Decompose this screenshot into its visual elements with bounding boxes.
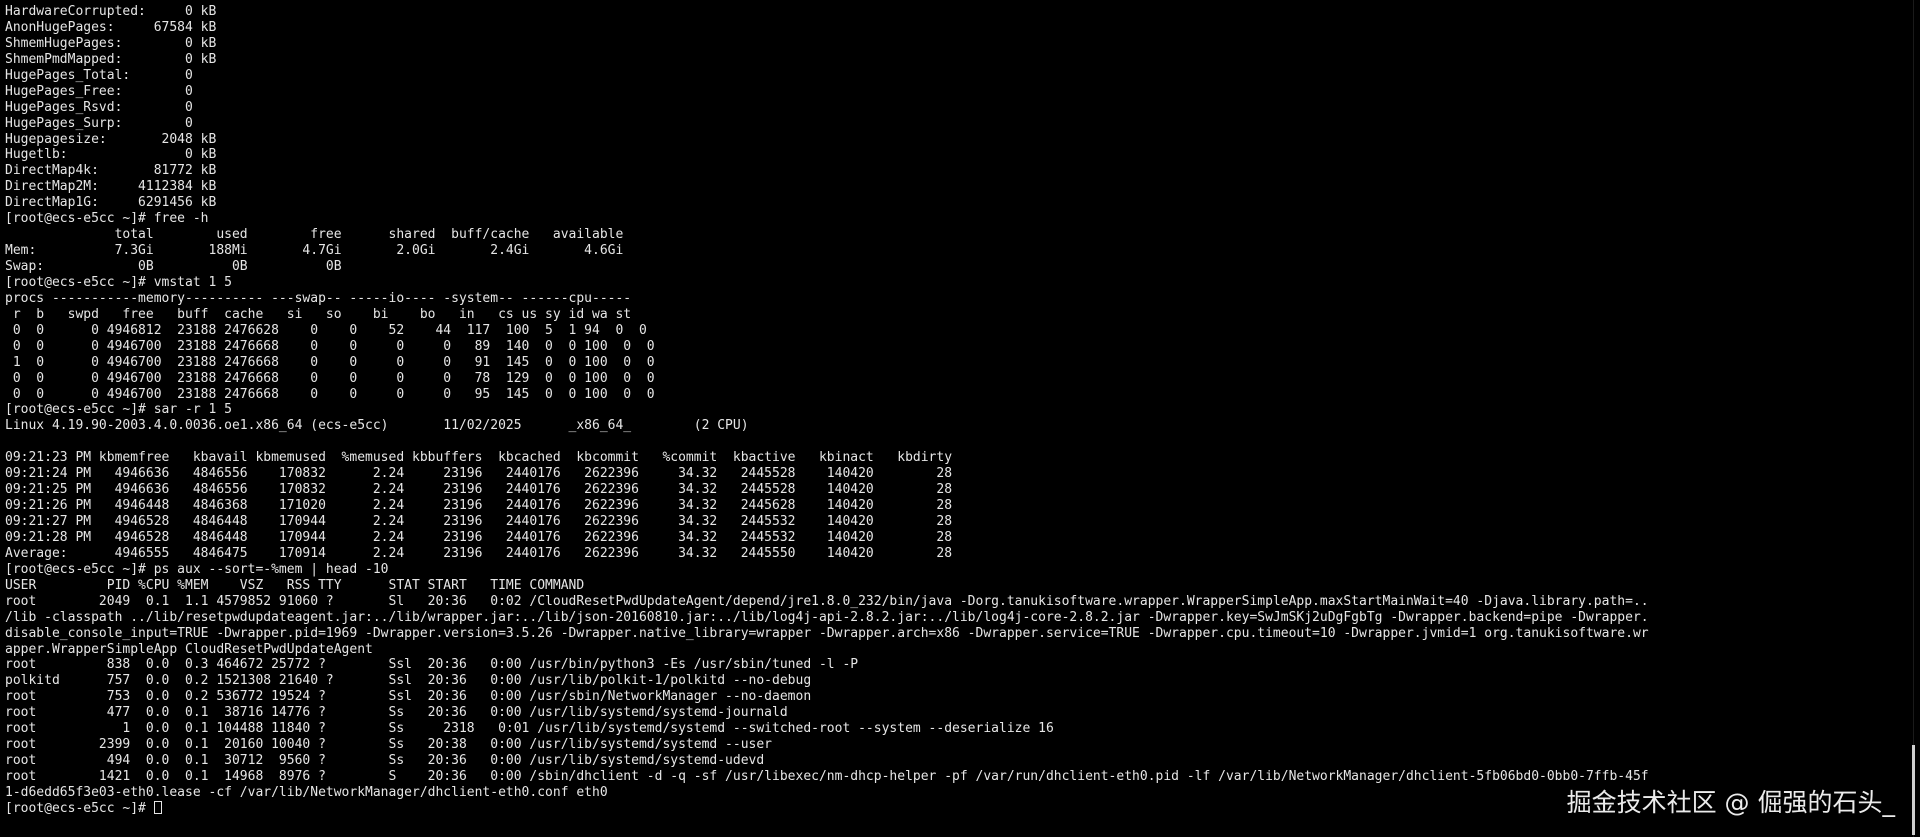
terminal-line: [root@ecs-e5cc ~]# sar -r 1 5 xyxy=(5,402,232,418)
terminal-line: 0 0 0 4946700 23188 2476668 0 0 0 0 95 1… xyxy=(5,386,655,402)
terminal-line: DirectMap2M: 4112384 kB xyxy=(5,179,217,195)
terminal-line: Average: 4946555 4846475 170914 2.24 231… xyxy=(5,545,953,561)
terminal-line: HugePages_Total: 0 xyxy=(5,67,193,83)
terminal-line: procs -----------memory---------- ---swa… xyxy=(5,290,632,306)
terminal-line: ShmemPmdMapped: 0 kB xyxy=(5,51,217,67)
terminal-line: Hugetlb: 0 kB xyxy=(5,147,217,163)
terminal-line: Swap: 0B 0B 0B xyxy=(5,259,342,274)
terminal-line: Linux 4.19.90-2003.4.0.0036.oe1.x86_64 (… xyxy=(5,418,749,434)
terminal-line: [root@ecs-e5cc ~]# free -h xyxy=(5,211,209,227)
terminal-line: Hugepagesize: 2048 kB xyxy=(5,131,217,147)
terminal-line: 0 0 0 4946700 23188 2476668 0 0 0 0 89 1… xyxy=(5,338,655,354)
terminal-line: r b swpd free buff cache si so bi bo in … xyxy=(5,306,632,322)
terminal-line: HugePages_Surp: 0 xyxy=(5,115,193,131)
terminal-line: 09:21:26 PM 4946448 4846368 171020 2.24 … xyxy=(5,498,953,514)
terminal-line: HardwareCorrupted: 0 kB xyxy=(5,4,217,19)
terminal-line: total used free shared buff/cache availa… xyxy=(5,227,624,243)
terminal-line: Mem: 7.3Gi 188Mi 4.7Gi 2.0Gi 2.4Gi 4.6Gi xyxy=(5,243,624,259)
terminal-line: 09:21:24 PM 4946636 4846556 170832 2.24 … xyxy=(5,466,953,482)
terminal-cursor xyxy=(153,800,162,814)
terminal-line: [root@ecs-e5cc ~]# vmstat 1 5 xyxy=(5,274,232,290)
terminal-line: 09:21:28 PM 4946528 4846448 170944 2.24 … xyxy=(5,529,953,545)
terminal-line: 09:21:23 PM kbmemfree kbavail kbmemused … xyxy=(5,450,953,466)
terminal-line: 0 0 0 4946700 23188 2476668 0 0 0 0 78 1… xyxy=(5,370,655,386)
terminal-line: root 1 0.0 0.1 104488 11840 ? Ss 2318 0:… xyxy=(5,721,1054,737)
shell-prompt: [root@ecs-e5cc ~]# xyxy=(5,800,154,816)
terminal-line: 09:21:25 PM 4946636 4846556 170832 2.24 … xyxy=(5,482,953,498)
terminal-line: ShmemHugePages: 0 kB xyxy=(5,35,217,51)
scrollbar-thumb[interactable] xyxy=(1912,745,1915,835)
terminal-line: 0 0 0 4946812 23188 2476628 0 0 52 44 11… xyxy=(5,322,647,338)
scrollbar[interactable] xyxy=(1906,0,1920,837)
terminal-line: polkitd 757 0.0 0.2 1521308 21640 ? Ssl … xyxy=(5,673,812,689)
terminal-line: root 494 0.0 0.1 30712 9560 ? Ss 20:36 0… xyxy=(5,753,765,769)
terminal-line: root 2399 0.0 0.1 20160 10040 ? Ss 20:38… xyxy=(5,737,773,753)
watermark: 掘金技术社区 @ 倔强的石头_ xyxy=(1566,788,1895,817)
terminal-line: disable_console_input=TRUE -Dwrapper.pid… xyxy=(5,625,1649,641)
terminal-line: HugePages_Rsvd: 0 xyxy=(5,99,193,115)
terminal-line: /lib -classpath ../lib/resetpwdupdateage… xyxy=(5,609,1649,625)
terminal-line: [root@ecs-e5cc ~]# ps aux --sort=-%mem |… xyxy=(5,561,389,577)
terminal-line: root 753 0.0 0.2 536772 19524 ? Ssl 20:3… xyxy=(5,689,812,705)
terminal-line: USER PID %CPU %MEM VSZ RSS TTY STAT STAR… xyxy=(5,577,585,593)
terminal-line: 09:21:27 PM 4946528 4846448 170944 2.24 … xyxy=(5,514,953,529)
terminal-line: HugePages_Free: 0 xyxy=(5,83,193,99)
terminal-line: DirectMap1G: 6291456 kB xyxy=(5,195,217,211)
terminal-line: root 477 0.0 0.1 38716 14776 ? Ss 20:36 … xyxy=(5,705,788,721)
scrollbar-track[interactable] xyxy=(1913,0,1914,837)
terminal-line: 1 0 0 4946700 23188 2476668 0 0 0 0 91 1… xyxy=(5,354,655,370)
terminal-line: root 2049 0.1 1.1 4579852 91060 ? Sl 20:… xyxy=(5,593,1649,609)
terminal-line: DirectMap4k: 81772 kB xyxy=(5,163,217,179)
terminal-line: root 838 0.0 0.3 464672 25772 ? Ssl 20:3… xyxy=(5,657,859,673)
terminal-line: apper.WrapperSimpleApp CloudResetPwdUpda… xyxy=(5,641,373,657)
terminal-output[interactable]: HardwareCorrupted: 0 kB AnonHugePages: 67… xyxy=(5,4,1885,830)
terminal-line: AnonHugePages: 67584 kB xyxy=(5,19,217,35)
